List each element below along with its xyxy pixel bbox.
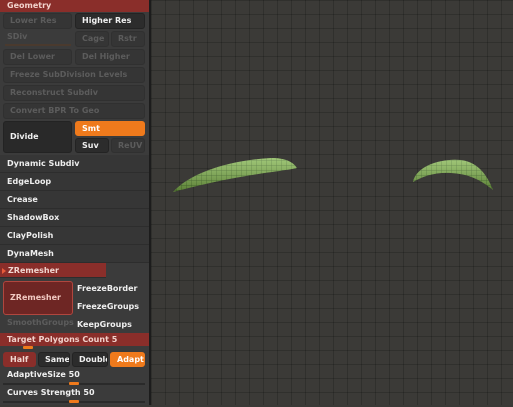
freeze-subdivision-levels-button[interactable]: Freeze SubDivision Levels [3,67,145,83]
keep-groups-toggle[interactable]: KeepGroups [77,320,132,329]
sdiv-slider[interactable] [5,44,71,46]
adaptive-size-label: AdaptiveSize [7,370,66,379]
zremesher-button[interactable]: ZRemesher [3,281,73,315]
left-eyebrow-mesh [173,158,297,192]
rstr-button[interactable]: Rstr [111,31,145,47]
freeze-groups-toggle[interactable]: FreezeGroups [77,302,139,311]
geometry-header[interactable]: Geometry [0,0,149,12]
menu-zremesher[interactable]: ZRemesher [0,263,106,278]
same-button[interactable]: Same [38,352,70,367]
viewport-svg [173,158,493,192]
smooth-groups-slider[interactable]: SmoothGroups [7,318,74,327]
menu-shadowbox[interactable]: ShadowBox [0,209,149,227]
menu-dynamic-subdiv[interactable]: Dynamic Subdiv [0,155,149,173]
target-polygons-value: 5 [111,335,118,344]
adaptive-size-slider[interactable]: AdaptiveSize 50 [7,370,80,379]
freeze-border-toggle[interactable]: FreezeBorder [77,284,137,293]
cage-button[interactable]: Cage [75,31,109,47]
curves-strength-value: 50 [83,388,95,397]
curves-strength-slider[interactable]: Curves Strength 50 [7,388,95,397]
adaptive-size-knob[interactable] [69,382,79,385]
lower-res-button[interactable]: Lower Res [3,13,72,29]
smt-toggle[interactable]: Smt [75,121,145,136]
target-polygons-label: Target Polygons Count [7,335,109,344]
right-eyebrow-mesh [413,159,493,190]
double-button[interactable]: Double [72,352,108,367]
suv-toggle[interactable]: Suv [75,138,109,153]
half-button[interactable]: Half [3,352,36,367]
expand-arrow-icon [2,268,6,274]
menu-edgeloop[interactable]: EdgeLoop [0,173,149,191]
tool-palette: Geometry Lower Res Higher Res SDiv Cage … [0,0,149,405]
divide-button[interactable]: Divide [3,121,72,153]
curves-strength-knob[interactable] [69,400,79,403]
menu-crease[interactable]: Crease [0,191,149,209]
sdiv-label: SDiv [7,32,28,41]
menu-claypolish[interactable]: ClayPolish [0,227,149,245]
adaptive-size-value: 50 [68,370,80,379]
target-polygons-knob[interactable] [22,346,33,349]
del-lower-button[interactable]: Del Lower [3,49,72,65]
reuv-button[interactable]: ReUV [111,138,145,153]
curves-strength-label: Curves Strength [7,388,81,397]
adapt-toggle[interactable]: Adapt [110,352,145,367]
reconstruct-subdiv-button[interactable]: Reconstruct Subdiv [3,85,145,101]
del-higher-button[interactable]: Del Higher [75,49,145,65]
higher-res-button[interactable]: Higher Res [75,13,145,29]
target-polygons-slider[interactable]: Target Polygons Count 5 [0,333,149,346]
zremesher-menu-label: ZRemesher [8,266,59,275]
convert-bpr-button[interactable]: Convert BPR To Geo [3,103,145,119]
document-canvas[interactable] [151,0,513,405]
menu-dynamesh[interactable]: DynaMesh [0,245,149,263]
